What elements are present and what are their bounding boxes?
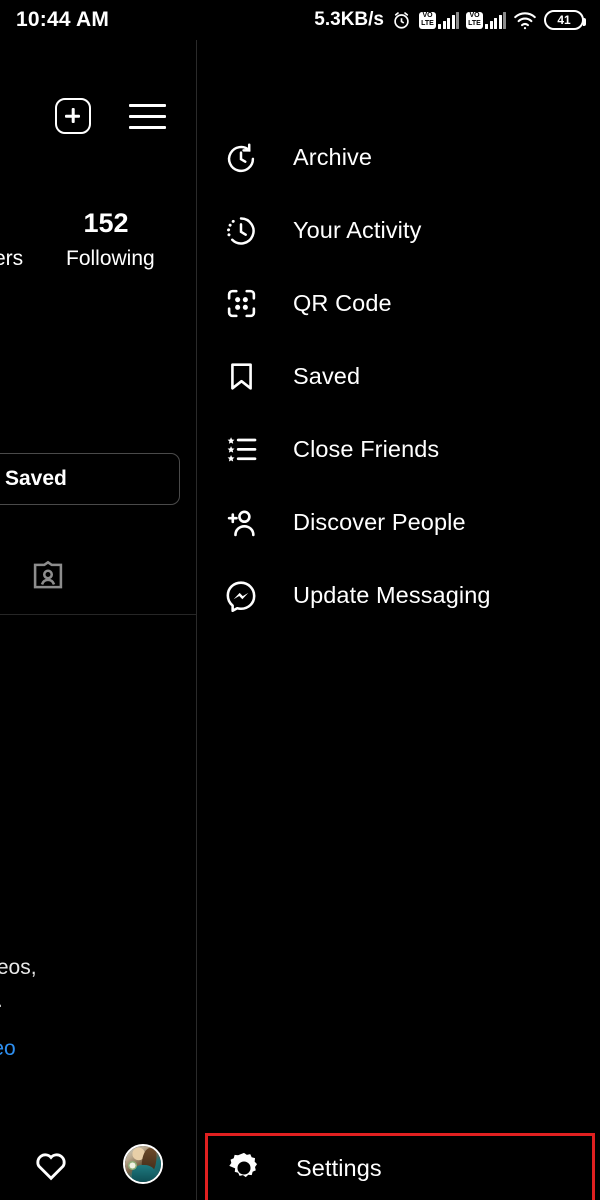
menu-item-archive[interactable]: Archive [197, 121, 600, 194]
sim1-volte-badge: VO LTE [419, 12, 436, 29]
bio-link[interactable]: ideo [0, 1037, 16, 1061]
menu-item-discover-people-label: Discover People [293, 509, 466, 536]
menu-item-update-messaging[interactable]: Update Messaging [197, 559, 600, 632]
sim1-signal-indicator: VO LTE [419, 12, 459, 29]
following-count: 152 [16, 208, 196, 239]
hamburger-menu-icon[interactable] [129, 104, 166, 129]
status-bar-indicators: 5.3KB/s VO LTE VO LTE [314, 9, 584, 31]
sim1-signal-bars [438, 12, 459, 29]
archive-clock-icon [223, 140, 259, 176]
person-add-icon [223, 505, 259, 541]
bio-line-1: videos, [0, 952, 196, 984]
sim2-signal-bars [485, 12, 506, 29]
drawer-menu-list: Archive Your Activity [197, 121, 600, 632]
battery-indicator: 41 [544, 10, 584, 30]
menu-item-update-messaging-label: Update Messaging [293, 582, 491, 609]
menu-item-close-friends-label: Close Friends [293, 436, 439, 463]
menu-item-archive-label: Archive [293, 144, 372, 171]
menu-item-saved-label: Saved [293, 363, 360, 390]
menu-item-settings-label: Settings [296, 1155, 382, 1182]
profile-stat-labels: ers Following [0, 247, 196, 271]
menu-item-close-friends[interactable]: Close Friends [197, 413, 600, 486]
menu-item-saved[interactable]: Saved [197, 340, 600, 413]
instagram-profile-drawer-screen: 10:44 AM 5.3KB/s VO LTE VO [0, 0, 600, 1200]
tagged-photos-icon[interactable] [30, 558, 66, 598]
profile-pane-background: 152 ers Following Saved videos, file. id… [0, 40, 196, 1200]
plus-square-icon[interactable] [55, 98, 91, 134]
saved-profile-button[interactable]: Saved [0, 453, 180, 505]
profile-avatar[interactable] [123, 1144, 163, 1184]
sim2-volte-badge: VO LTE [466, 12, 483, 29]
menu-item-qr-code[interactable]: QR Code [197, 267, 600, 340]
menu-item-your-activity[interactable]: Your Activity [197, 194, 600, 267]
your-activity-clock-icon [223, 213, 259, 249]
heart-icon[interactable] [33, 1148, 69, 1181]
followers-label-fragment[interactable]: ers [0, 247, 58, 271]
star-list-icon [223, 432, 259, 468]
profile-tab-divider [0, 614, 196, 615]
menu-item-your-activity-label: Your Activity [293, 217, 421, 244]
network-speed-label: 5.3KB/s [314, 9, 384, 31]
gear-icon [226, 1150, 262, 1186]
status-bar: 10:44 AM 5.3KB/s VO LTE VO [0, 0, 600, 40]
bottom-navigation-bar [0, 1128, 196, 1200]
saved-profile-button-label: Saved [5, 467, 67, 491]
bio-line-2: file. [0, 985, 196, 1017]
menu-item-discover-people[interactable]: Discover People [197, 486, 600, 559]
menu-item-settings[interactable]: Settings [205, 1133, 595, 1200]
alarm-clock-icon [391, 10, 412, 31]
qr-code-icon [223, 286, 259, 322]
messenger-icon [223, 578, 259, 614]
wifi-icon [513, 10, 537, 31]
battery-level-label: 41 [557, 13, 570, 27]
sim2-signal-indicator: VO LTE [466, 12, 506, 29]
profile-top-actions [0, 86, 196, 146]
menu-item-qr-code-label: QR Code [293, 290, 392, 317]
bookmark-icon [223, 359, 259, 395]
following-label[interactable]: Following [66, 247, 155, 271]
profile-stats: 152 ers Following [0, 208, 196, 271]
status-bar-time: 10:44 AM [16, 8, 109, 32]
side-drawer-menu: Archive Your Activity [197, 40, 600, 1200]
